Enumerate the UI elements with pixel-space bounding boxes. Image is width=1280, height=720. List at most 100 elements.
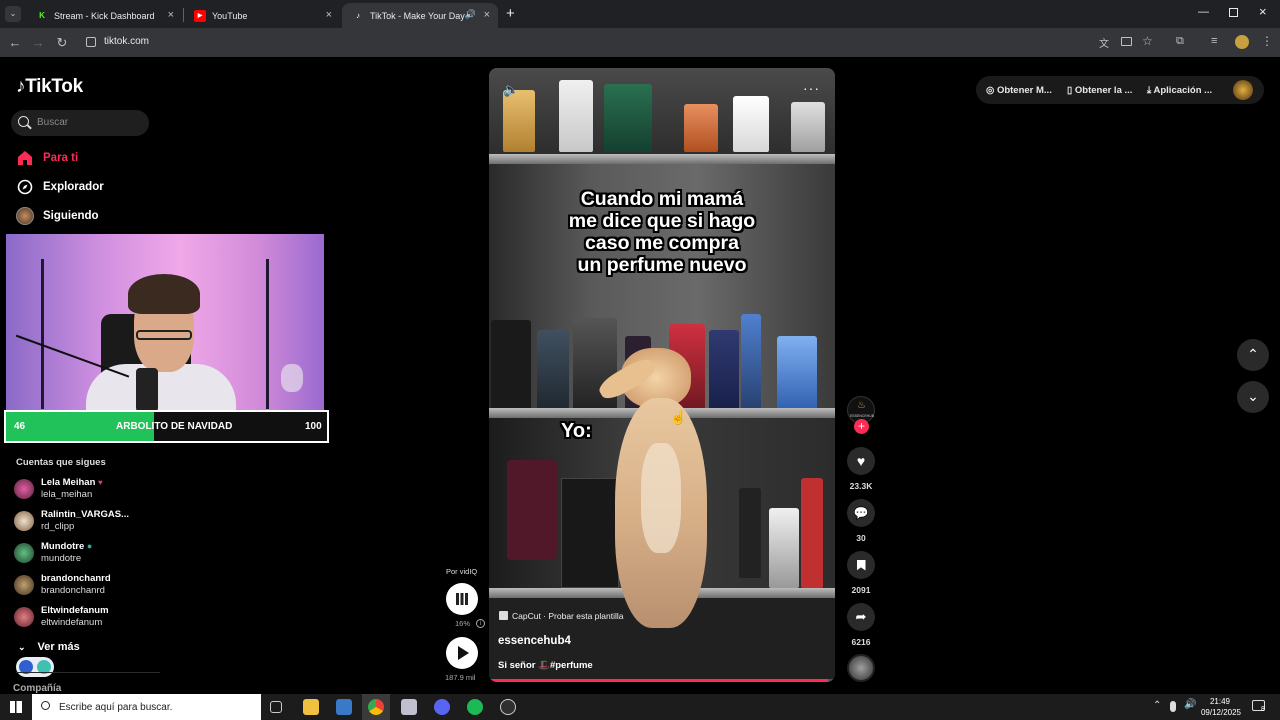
more-options-icon[interactable]: ··· bbox=[803, 80, 820, 96]
tab-youtube[interactable]: ▶ YouTube × bbox=[184, 3, 340, 28]
extensions-icon[interactable]: ⧉ bbox=[1176, 35, 1184, 48]
notification-count: 8 bbox=[1261, 706, 1265, 713]
menu-kebab-icon[interactable]: ⋮ bbox=[1261, 34, 1273, 48]
chevron-down-icon: ⌄ bbox=[18, 642, 26, 652]
youtube-favicon-icon: ▶ bbox=[194, 9, 206, 22]
close-window-button[interactable]: × bbox=[1259, 4, 1267, 19]
caption-line: Cuando mi mamá bbox=[580, 188, 744, 210]
sound-disc[interactable] bbox=[847, 654, 875, 682]
like-button[interactable]: ♥ bbox=[847, 447, 875, 475]
cursor-pointer-icon: ☝ bbox=[670, 410, 687, 425]
tab-kick-dashboard[interactable]: K Stream - Kick Dashboard × bbox=[26, 3, 182, 28]
share-arrow-icon: ➦ bbox=[855, 609, 867, 624]
capcut-template-link[interactable]: CapCut · Probar esta plantilla bbox=[499, 611, 624, 621]
avatar bbox=[14, 575, 34, 595]
video-player[interactable]: Cuando mi mamá me dice que si hago caso … bbox=[489, 68, 835, 682]
video-author[interactable]: essencehub4 bbox=[498, 635, 571, 647]
windows-start-icon[interactable] bbox=[10, 701, 22, 713]
volume-icon[interactable]: 🔈 bbox=[503, 82, 519, 98]
close-tab-icon[interactable]: × bbox=[326, 9, 332, 21]
speaker-icon[interactable]: 🔊 bbox=[465, 9, 476, 20]
save-button[interactable] bbox=[847, 551, 875, 579]
comment-button[interactable]: 💬 bbox=[847, 499, 875, 527]
cast-icon[interactable] bbox=[1121, 37, 1132, 46]
vidiq-play-button[interactable] bbox=[446, 637, 478, 669]
spotify-icon[interactable] bbox=[467, 699, 483, 715]
browser-toolbar: ← → ↻ 文 ☆ ⧉ ≡ ⋮ bbox=[0, 28, 1280, 58]
tab-title: YouTube bbox=[212, 10, 248, 21]
vidiq-percent: 16% bbox=[455, 619, 471, 628]
url-text: tiktok.com bbox=[104, 36, 150, 47]
get-coins-button[interactable]: ◎ Obtener M... bbox=[986, 85, 1052, 96]
capcut-icon bbox=[499, 611, 508, 620]
close-tab-icon[interactable]: × bbox=[484, 9, 490, 21]
restore-button[interactable] bbox=[1229, 8, 1238, 17]
previous-video-button[interactable]: ⌃ bbox=[1237, 339, 1269, 371]
calculator-icon[interactable] bbox=[336, 699, 352, 715]
bookmark-star-icon[interactable]: ☆ bbox=[1142, 34, 1153, 48]
vidiq-stats-button[interactable] bbox=[446, 583, 478, 615]
cat-figure bbox=[595, 348, 721, 638]
extension-bubble[interactable] bbox=[16, 657, 54, 677]
forward-icon[interactable]: → bbox=[30, 35, 46, 50]
tiktok-logo[interactable]: ♪TikTok bbox=[16, 76, 83, 98]
follow-plus-icon[interactable]: + bbox=[854, 419, 869, 434]
new-tab-button[interactable]: + bbox=[506, 5, 515, 22]
account-name: brandonchanrd bbox=[41, 573, 111, 584]
nav-for-you[interactable]: Para ti bbox=[16, 148, 78, 168]
reload-icon[interactable]: ↻ bbox=[54, 35, 70, 51]
chrome-icon[interactable] bbox=[368, 699, 384, 715]
address-bar[interactable] bbox=[80, 31, 1170, 55]
creator-avatar-label: ESSENCEHUB bbox=[849, 414, 875, 418]
search-input[interactable] bbox=[11, 110, 149, 136]
video-progress-bar[interactable] bbox=[489, 679, 835, 682]
clock-date[interactable]: 09/12/2025 bbox=[1190, 708, 1241, 717]
see-more-label: Ver más bbox=[37, 641, 80, 653]
get-app-button[interactable]: ▯ Obtener la ... bbox=[1067, 85, 1132, 96]
company-link[interactable]: Compañía bbox=[13, 683, 61, 694]
task-view-icon[interactable] bbox=[270, 701, 282, 713]
kick-favicon-icon: K bbox=[39, 11, 45, 20]
video-description: Si señor 🎩#perfume bbox=[498, 660, 593, 671]
download-icon: ⤓ bbox=[1147, 85, 1152, 96]
tab-search-button[interactable]: ⌄ bbox=[5, 6, 21, 22]
nav-following[interactable]: Siguiendo bbox=[16, 206, 99, 226]
like-count: 23.3K bbox=[849, 481, 873, 491]
next-video-button[interactable]: ⌄ bbox=[1237, 381, 1269, 413]
minimize-button[interactable]: — bbox=[1198, 6, 1209, 18]
info-icon[interactable]: i bbox=[476, 619, 485, 628]
following-title: Cuentas que sigues bbox=[16, 457, 106, 468]
nav-label: Explorador bbox=[43, 181, 104, 193]
profile-avatar[interactable] bbox=[1235, 35, 1249, 49]
logo-text: TikTok bbox=[25, 76, 83, 97]
tray-chevron-icon[interactable]: ⌃ bbox=[1153, 700, 1161, 711]
account-username: lela_meihan bbox=[41, 489, 93, 500]
coin-icon: ◎ bbox=[986, 85, 995, 96]
desktop-app-button[interactable]: ⤓ Aplicación ... bbox=[1147, 85, 1212, 96]
capcut-label: CapCut · Probar esta plantilla bbox=[512, 611, 624, 621]
heart-icon: ♥ bbox=[856, 453, 866, 469]
tab-tiktok[interactable]: ♪ TikTok - Make Your Day 🔊 × bbox=[342, 3, 498, 28]
pen-app-icon[interactable] bbox=[401, 699, 417, 715]
media-control-icon[interactable]: ≡ bbox=[1211, 35, 1217, 47]
site-info-icon[interactable] bbox=[86, 37, 96, 47]
share-button[interactable]: ➦ bbox=[847, 603, 875, 631]
goal-label: ARBOLITO DE NAVIDAD bbox=[116, 421, 233, 432]
avatar bbox=[14, 607, 34, 627]
back-icon[interactable]: ← bbox=[7, 35, 23, 50]
see-more-button[interactable]: ⌄ Ver más bbox=[18, 641, 80, 653]
obs-icon[interactable] bbox=[500, 699, 516, 715]
discord-icon[interactable] bbox=[434, 699, 450, 715]
close-tab-icon[interactable]: × bbox=[168, 9, 174, 21]
microphone-icon[interactable] bbox=[1170, 701, 1176, 712]
goal-progress-bar: 46 ARBOLITO DE NAVIDAD 100 bbox=[4, 410, 329, 443]
file-explorer-icon[interactable] bbox=[303, 699, 319, 715]
comment-count: 30 bbox=[856, 533, 866, 543]
video-progress-fill bbox=[489, 679, 829, 682]
nav-explore[interactable]: Explorador bbox=[16, 177, 104, 197]
comment-icon: 💬 bbox=[853, 506, 869, 520]
translate-icon[interactable]: 文 bbox=[1099, 35, 1109, 50]
clock-time[interactable]: 21:49 bbox=[1200, 697, 1230, 706]
phone-icon: ▯ bbox=[1067, 85, 1073, 96]
user-avatar[interactable] bbox=[1233, 80, 1253, 100]
